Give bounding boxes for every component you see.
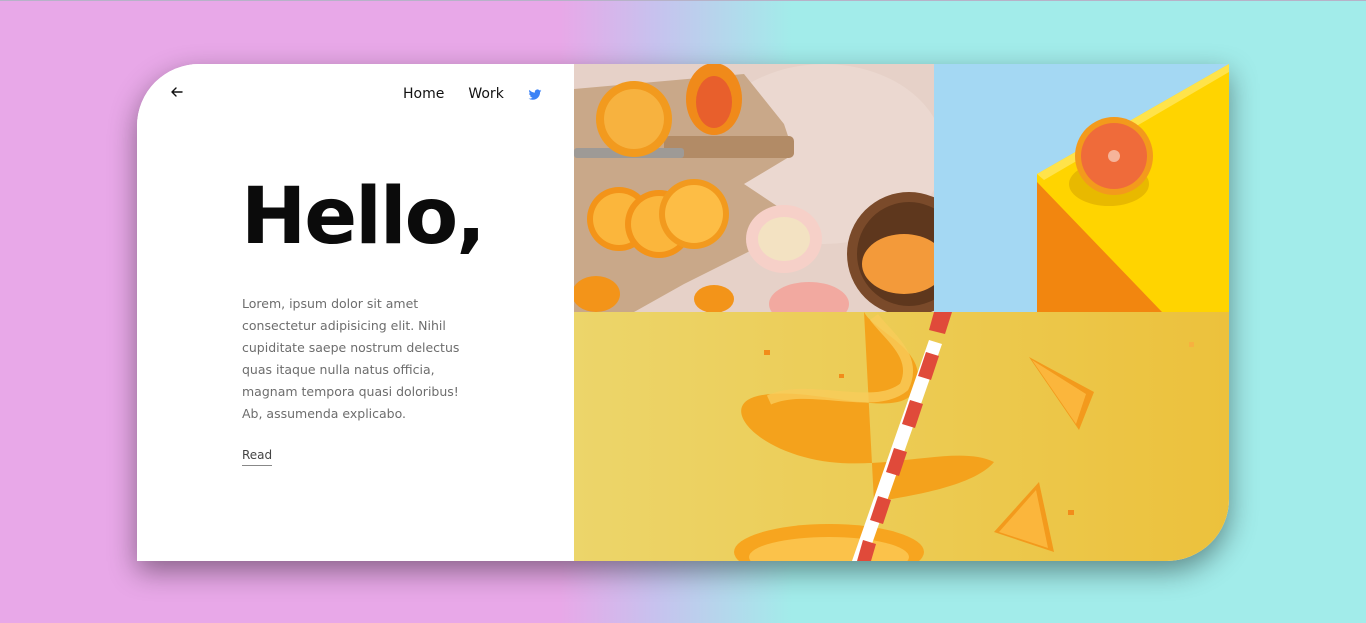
top-border-line [0, 0, 1366, 1]
gallery-image-grapefruit-block [934, 64, 1229, 312]
twitter-icon[interactable] [528, 87, 542, 101]
text-panel: Home Work Hello, Lorem, ipsum dolor sit … [137, 64, 574, 561]
gallery-image-orange-peel-straw [574, 312, 1229, 561]
nav-home-link[interactable]: Home [403, 84, 444, 104]
top-nav: Home Work [403, 84, 542, 104]
read-link[interactable]: Read [242, 448, 273, 466]
hero-body-text: Lorem, ipsum dolor sit amet consectetur … [242, 296, 460, 421]
nav-work-link[interactable]: Work [468, 84, 503, 104]
gallery-image-oranges-board [574, 64, 934, 312]
hero-card: Home Work Hello, Lorem, ipsum dolor sit … [137, 64, 1229, 561]
hero-title: Hello, [241, 172, 486, 262]
arrow-left-icon[interactable] [169, 84, 185, 100]
